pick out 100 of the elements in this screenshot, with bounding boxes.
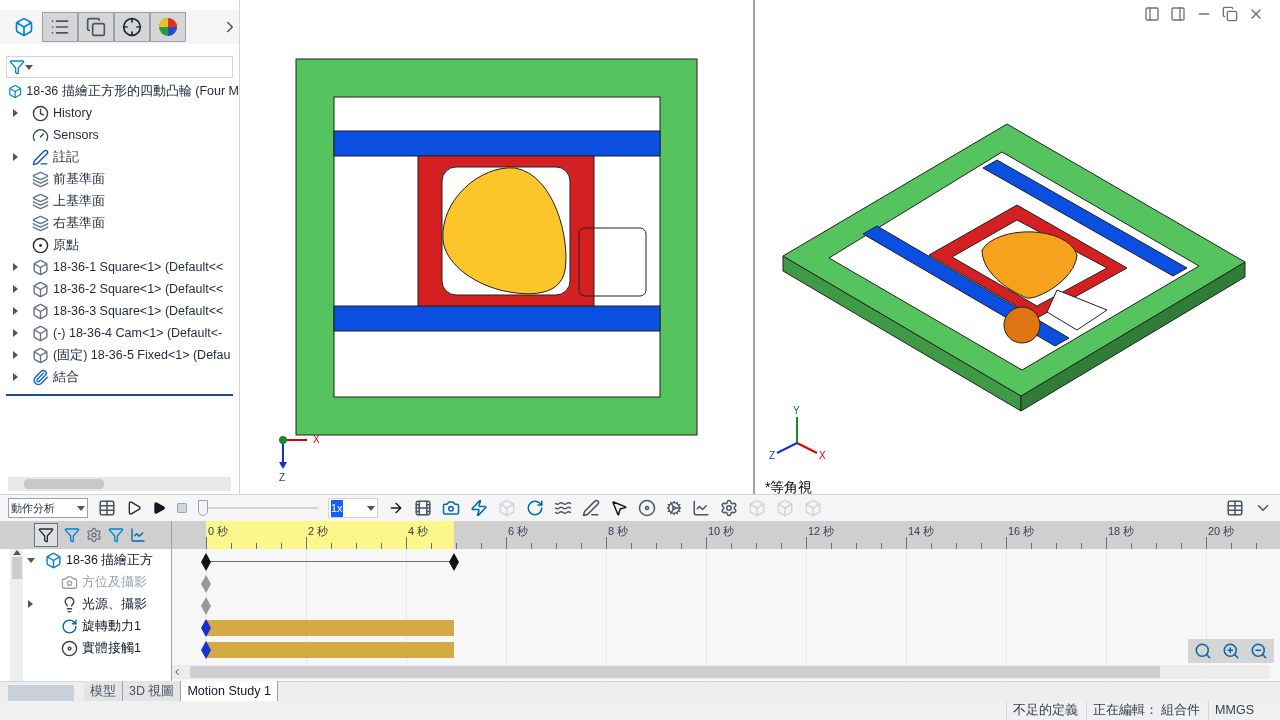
tree-item[interactable]: 18-36-1 Square<1> (Default<< bbox=[53, 257, 224, 277]
filter-icon bbox=[9, 59, 25, 75]
time-tick-label: 2 秒 bbox=[308, 524, 329, 540]
motor-icon[interactable] bbox=[526, 499, 544, 518]
origin-icon bbox=[32, 236, 49, 254]
crosshair-icon bbox=[122, 17, 142, 37]
property-manager-tab[interactable] bbox=[42, 12, 78, 42]
time-tick-label: 16 秒 bbox=[1008, 524, 1035, 540]
axis-label: X bbox=[819, 449, 826, 463]
time-tick-label: 4 秒 bbox=[408, 524, 429, 540]
timeline-tree-item[interactable]: 旋轉動力1 bbox=[82, 617, 141, 636]
zoom-in-icon[interactable] bbox=[1222, 642, 1240, 661]
part-icon bbox=[32, 302, 49, 320]
scroll-left-icon[interactable] bbox=[172, 667, 182, 678]
status-text: 不足的定義 bbox=[1005, 701, 1084, 720]
sheet-tab[interactable]: 模型 bbox=[84, 681, 123, 702]
tree-item[interactable]: History bbox=[53, 103, 92, 123]
part-icon bbox=[32, 324, 49, 342]
expand-arrow-icon[interactable] bbox=[12, 285, 20, 293]
tree-item[interactable]: 右基準面 bbox=[53, 213, 105, 233]
expand-arrow-icon[interactable] bbox=[12, 307, 20, 315]
settings-icon[interactable] bbox=[720, 499, 738, 518]
part-icon bbox=[32, 258, 49, 276]
sheet-tab[interactable]: 3D 視圖 bbox=[123, 681, 182, 702]
dropdown-caret-icon[interactable] bbox=[77, 504, 85, 513]
expand-arrow-icon[interactable] bbox=[12, 153, 20, 161]
camera-icon[interactable] bbox=[442, 499, 460, 518]
view-label: *等角視 bbox=[765, 478, 813, 497]
time-tick-label: 8 秒 bbox=[608, 524, 629, 540]
keyframe-icon[interactable] bbox=[201, 641, 211, 660]
results-plot-icon[interactable] bbox=[692, 499, 710, 518]
speed-dropdown[interactable]: 1x bbox=[328, 498, 378, 519]
tree-item[interactable]: 18-36-2 Square<1> (Default<< bbox=[53, 279, 224, 299]
dropdown-caret-icon[interactable] bbox=[25, 63, 33, 71]
keyframe-icon[interactable] bbox=[201, 619, 211, 638]
zoom-out-icon[interactable] bbox=[1250, 642, 1268, 661]
keyframe-icon[interactable] bbox=[201, 553, 211, 572]
tree-item[interactable]: 前基準面 bbox=[53, 169, 105, 189]
expand-arrow-icon[interactable] bbox=[27, 600, 35, 609]
vertical-scrollbar[interactable] bbox=[10, 549, 23, 682]
tree-item[interactable]: (-) 18-36-4 Cam<1> (Default<- bbox=[53, 323, 223, 343]
filter-results-icon[interactable] bbox=[130, 527, 146, 544]
horizontal-scrollbar[interactable] bbox=[8, 477, 231, 492]
play-from-start-icon[interactable] bbox=[126, 500, 142, 517]
tree-item[interactable]: 18-36-3 Square<1> (Default<< bbox=[53, 301, 224, 321]
tree-item[interactable]: 18-36 描繪正方形的四動凸輪 (Four M bbox=[26, 81, 239, 101]
horizontal-scrollbar[interactable] bbox=[172, 665, 1270, 680]
expand-arrow-icon[interactable] bbox=[12, 109, 20, 117]
expand-arrow-icon[interactable] bbox=[12, 263, 20, 271]
collapse-arrow-icon[interactable] bbox=[27, 556, 35, 565]
motor-icon bbox=[61, 617, 78, 635]
tree-item[interactable]: (固定) 18-36-5 Fixed<1> (Defau bbox=[53, 345, 231, 365]
tree-item[interactable]: 註記 bbox=[53, 147, 79, 167]
time-tick-label: 14 秒 bbox=[908, 524, 935, 540]
filter-field[interactable] bbox=[6, 56, 233, 78]
zoom-fit-icon[interactable] bbox=[1194, 642, 1212, 661]
tree-item[interactable]: 原點 bbox=[53, 235, 79, 255]
mates-icon bbox=[32, 368, 49, 386]
configuration-manager-tab[interactable] bbox=[78, 12, 114, 42]
plane-icon bbox=[32, 214, 49, 232]
expand-arrow-icon[interactable] bbox=[12, 373, 20, 381]
film-icon[interactable] bbox=[414, 499, 432, 518]
axis-label: Y bbox=[793, 404, 800, 418]
expand-arrow-icon[interactable] bbox=[12, 329, 20, 337]
keyframe-icon[interactable] bbox=[449, 553, 459, 572]
timeline-tree-item[interactable]: 光源、攝影 bbox=[82, 595, 147, 614]
tree-item[interactable]: 結合 bbox=[53, 367, 79, 387]
list-icon bbox=[50, 17, 70, 37]
panel-left-icon[interactable] bbox=[1144, 6, 1160, 22]
study-type-dropdown[interactable]: 動作分析 bbox=[8, 498, 88, 519]
autokey-icon[interactable] bbox=[470, 499, 488, 518]
expand-arrow-icon[interactable] bbox=[12, 351, 20, 359]
filter-driving-icon[interactable] bbox=[86, 527, 102, 544]
timeline-tree-item[interactable]: 實體接觸1 bbox=[82, 639, 141, 658]
scroll-thumb[interactable] bbox=[11, 557, 22, 580]
panel-right-icon[interactable] bbox=[1170, 6, 1186, 22]
table-icon[interactable] bbox=[1226, 499, 1244, 518]
dimxpert-tab[interactable] bbox=[114, 12, 150, 42]
filter-animated-icon[interactable] bbox=[64, 527, 80, 544]
feature-tree-icon bbox=[14, 17, 34, 37]
sensors-folder-icon bbox=[32, 126, 49, 144]
timeline-tree-item[interactable]: 18-36 描繪正方 bbox=[66, 551, 154, 570]
tree-item[interactable]: 上基準面 bbox=[53, 191, 105, 211]
tree-item[interactable]: Sensors bbox=[53, 125, 99, 145]
assembly-icon bbox=[8, 82, 23, 100]
restore-icon[interactable] bbox=[1222, 6, 1238, 22]
calculate-icon[interactable] bbox=[98, 499, 116, 518]
display-manager-tab[interactable] bbox=[150, 12, 186, 42]
dropdown-caret-icon[interactable] bbox=[367, 504, 375, 513]
time-tick-label: 10 秒 bbox=[708, 524, 735, 540]
status-text: MMGS bbox=[1208, 701, 1260, 720]
camera-icon bbox=[61, 573, 78, 591]
time-tick-label: 0 秒 bbox=[208, 524, 229, 540]
filter-button[interactable] bbox=[34, 523, 58, 548]
play-icon[interactable] bbox=[152, 501, 166, 516]
status-text: 正在編輯： 組合件 bbox=[1085, 701, 1207, 720]
filter-selected-icon[interactable] bbox=[108, 527, 124, 544]
color-ball-icon bbox=[158, 17, 178, 37]
sheet-tab[interactable]: Motion Study 1 bbox=[181, 681, 278, 702]
slider-thumb[interactable] bbox=[198, 500, 208, 517]
